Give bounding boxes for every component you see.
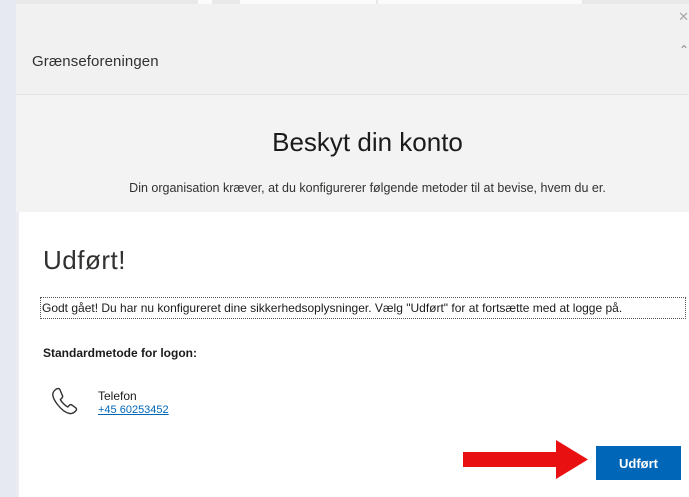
left-margin <box>0 0 16 497</box>
page-subtitle: Din organisation kræver, at du konfigure… <box>129 181 606 195</box>
default-method-heading: Standardmetode for logon: <box>43 346 197 360</box>
method-name: Telefon <box>98 389 137 403</box>
phone-number-link[interactable]: +45 60253452 <box>98 404 169 416</box>
organization-name: Grænseforeningen <box>32 53 159 70</box>
page-title: Beskyt din konto <box>272 127 463 157</box>
success-message: Godt gået! Du har nu konfigureret dine s… <box>40 297 686 319</box>
close-icon[interactable]: ✕ <box>678 10 689 23</box>
screen: Grænseforeningen ✕ ⌃ Beskyt din konto Di… <box>0 0 689 497</box>
chevron-up-icon[interactable]: ⌃ <box>679 44 689 56</box>
phone-icon <box>52 387 78 415</box>
success-card: Udført! Godt gået! Du har nu konfigurere… <box>19 212 689 497</box>
done-button[interactable]: Udført <box>596 446 681 480</box>
header-panel: Grænseforeningen ✕ ⌃ Beskyt din konto Di… <box>16 4 689 212</box>
org-bar: Grænseforeningen ✕ ⌃ <box>16 4 689 95</box>
success-heading: Udført! <box>43 245 126 275</box>
red-arrow-annotation <box>463 440 588 479</box>
